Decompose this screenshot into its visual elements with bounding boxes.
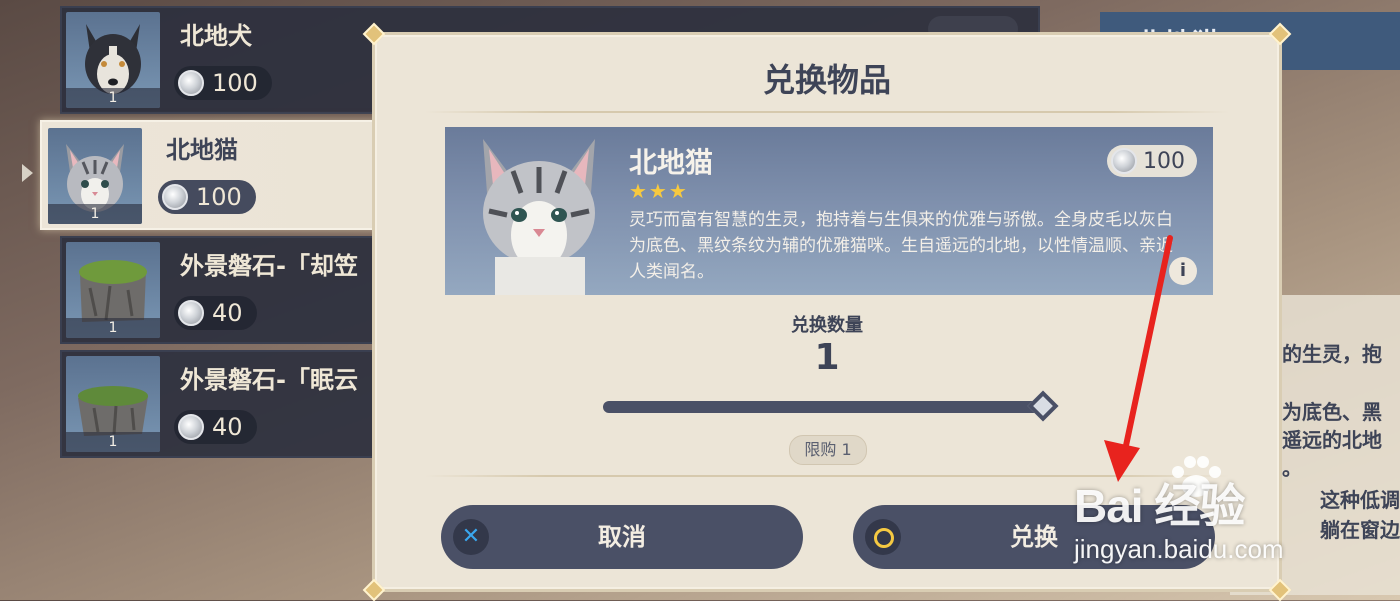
item-name: 外景磐石-「却笠 [180, 252, 358, 280]
quantity-slider[interactable] [603, 401, 1043, 413]
price-value: 100 [196, 183, 242, 211]
coin-icon [1111, 148, 1137, 174]
cat-portrait-icon [483, 139, 595, 295]
item-description[interactable]: 灵巧而富有智慧的生灵，抱持着与生俱来的优雅与骄傲。全身皮毛以灰白为底色、黑纹条纹… [629, 207, 1189, 285]
dog-thumbnail: 1 [66, 12, 160, 108]
item-name: 北地猫 [166, 136, 238, 164]
price-value: 40 [212, 413, 243, 441]
corner-ornament-icon [1269, 23, 1291, 45]
coin-icon [178, 70, 204, 96]
coin-icon [178, 300, 204, 326]
rarity-stars-icon: ★★★ [629, 179, 689, 203]
cat-thumbnail: 1 [48, 128, 142, 224]
detail-desc-line: 白为底色、黑 [1262, 400, 1382, 424]
detail-desc-line: 慧的生灵，抱 [1262, 342, 1382, 366]
item-price: 100 [174, 66, 272, 100]
rock-thumbnail: 1 [66, 356, 160, 452]
corner-ornament-icon [1269, 579, 1291, 601]
quantity-value: 1 [814, 337, 840, 378]
quantity-label: 兑换数量 [791, 315, 863, 336]
detail-desc-line: 这种低调 [1320, 488, 1400, 512]
detail-desc-line: 自遥远的北地 [1262, 428, 1382, 452]
coin-icon [162, 184, 188, 210]
item-name: 北地犬 [180, 22, 252, 50]
quantity-slider-handle[interactable] [1027, 390, 1059, 422]
item-price: 100 [158, 180, 256, 214]
item-name: 外景磐石-「眠云 [180, 366, 358, 394]
item-price: 40 [174, 296, 257, 330]
price-value: 100 [1143, 148, 1185, 174]
selection-arrow-icon [22, 164, 33, 182]
divider [425, 111, 1229, 113]
cancel-button[interactable]: ✕ 取消 [441, 505, 803, 569]
item-price: 40 [174, 410, 257, 444]
detail-desc-line: 名。 [1262, 456, 1302, 480]
detail-desc-line: 躺在窗边 [1320, 518, 1400, 542]
cancel-button-label: 取消 [598, 523, 646, 551]
corner-ornament-icon [363, 579, 385, 601]
item-count: 1 [66, 432, 160, 452]
item-count: 1 [66, 88, 160, 108]
item-card-name: 北地猫 [629, 146, 714, 179]
price-value: 100 [212, 69, 258, 97]
item-count: 1 [66, 318, 160, 338]
info-icon[interactable]: i [1169, 257, 1197, 285]
corner-ornament-icon [363, 23, 385, 45]
purchase-limit-badge: 限购 1 [789, 435, 867, 465]
rock-thumbnail: 1 [66, 242, 160, 338]
item-card: 北地猫 ★★★ 100 灵巧而富有智慧的生灵，抱持着与生俱来的优雅与骄傲。全身皮… [445, 127, 1213, 295]
price-value: 40 [212, 299, 243, 327]
item-card-price: 100 [1107, 145, 1197, 177]
watermark-url: jingyan.baidu.com [1074, 534, 1284, 564]
dialog-title: 兑换物品 [762, 61, 891, 99]
item-count: 1 [48, 204, 142, 224]
coin-icon [178, 414, 204, 440]
watermark-logo: Bai 经验 [1074, 480, 1245, 532]
